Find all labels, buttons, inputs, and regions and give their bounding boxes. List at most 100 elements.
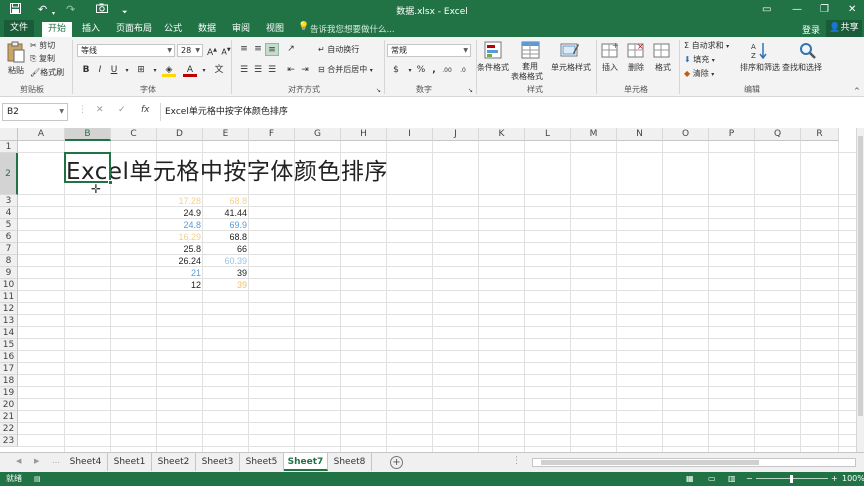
cell-e4[interactable]: 41.44 bbox=[203, 207, 249, 219]
column-header-f[interactable]: F bbox=[249, 128, 295, 141]
insert-cells-label[interactable]: 插入 bbox=[602, 62, 618, 74]
cell-d7[interactable]: 25.8 bbox=[157, 243, 203, 255]
formula-input[interactable]: Excel单元格中按字体颜色排序 bbox=[160, 103, 862, 121]
merge-center-button[interactable]: ⊟ 合并后居中 ▾ bbox=[318, 64, 373, 77]
underline-dropdown-icon[interactable]: ▾ bbox=[120, 64, 134, 77]
column-header-n[interactable]: N bbox=[617, 128, 663, 141]
cell-e6[interactable]: 68.8 bbox=[203, 231, 249, 243]
cell-e7[interactable]: 66 bbox=[203, 243, 249, 255]
fill-button[interactable]: ⬇ 填充 ▾ bbox=[684, 54, 715, 67]
column-header-i[interactable]: I bbox=[387, 128, 433, 141]
zoom-in-icon[interactable]: + bbox=[831, 472, 838, 486]
name-box[interactable]: B2 ▼ bbox=[2, 103, 68, 121]
font-name-select[interactable]: 等线 ▼ bbox=[77, 44, 175, 57]
enter-icon[interactable]: ✓ bbox=[118, 105, 126, 115]
zoom-out-icon[interactable]: − bbox=[746, 472, 753, 486]
cell-styles-label[interactable]: 单元格样式 bbox=[551, 62, 591, 74]
sheet-tab-sheet7[interactable]: Sheet7 bbox=[284, 453, 328, 471]
clear-button[interactable]: ◆ 清除 ▾ bbox=[684, 68, 714, 81]
copy-button[interactable]: ⎘ 复制 bbox=[30, 53, 55, 65]
row-header-10[interactable]: 10 bbox=[0, 279, 18, 291]
cell-b2-title[interactable]: Excel单元格中按字体颜色排序 bbox=[66, 152, 388, 186]
column-header-d[interactable]: D bbox=[157, 128, 203, 141]
vertical-scroll-thumb[interactable] bbox=[858, 136, 863, 416]
align-center-icon[interactable]: ☰ bbox=[251, 64, 265, 77]
conditional-formatting-label[interactable]: 条件格式 bbox=[477, 62, 509, 74]
fill-handle[interactable] bbox=[108, 180, 113, 185]
row-header-14[interactable]: 14 bbox=[0, 327, 18, 339]
normal-view-icon[interactable]: ▦ bbox=[686, 472, 694, 486]
column-header-l[interactable]: L bbox=[525, 128, 571, 141]
increase-indent-icon[interactable]: ⇥ bbox=[298, 64, 312, 77]
vertical-scrollbar[interactable] bbox=[856, 128, 864, 452]
tell-me-search[interactable]: 告诉我您想要做什么... bbox=[310, 23, 395, 35]
increase-decimal-icon[interactable]: .00 bbox=[440, 64, 454, 77]
format-cells-label[interactable]: 格式 bbox=[655, 62, 671, 74]
row-header-6[interactable]: 6 bbox=[0, 231, 18, 243]
tab-view[interactable]: 视图 bbox=[260, 22, 290, 37]
zoom-slider-thumb[interactable] bbox=[790, 475, 793, 483]
column-header-r[interactable]: R bbox=[801, 128, 839, 141]
cell-d4[interactable]: 24.9 bbox=[157, 207, 203, 219]
format-painter-button[interactable]: 🖌格式刷 bbox=[30, 67, 64, 79]
tab-review[interactable]: 审阅 bbox=[226, 22, 256, 37]
alignment-launcher-icon[interactable]: ↘ bbox=[376, 85, 381, 97]
sign-in-link[interactable]: 登录 bbox=[802, 23, 820, 36]
decrease-indent-icon[interactable]: ⇤ bbox=[284, 64, 298, 77]
sheet-tab-sheet1[interactable]: Sheet1 bbox=[108, 453, 152, 471]
row-header-20[interactable]: 20 bbox=[0, 399, 18, 411]
sheet-tab-sheet4[interactable]: Sheet4 bbox=[64, 453, 108, 471]
prev-sheet-icon[interactable]: ◀ bbox=[16, 457, 21, 465]
cell-e5[interactable]: 69.9 bbox=[203, 219, 249, 231]
orientation-icon[interactable]: ↗ bbox=[284, 43, 298, 56]
minimize-icon[interactable]: — bbox=[792, 3, 802, 17]
tab-insert[interactable]: 插入 bbox=[76, 22, 106, 37]
cell-d5[interactable]: 24.8 bbox=[157, 219, 203, 231]
row-header-21[interactable]: 21 bbox=[0, 411, 18, 423]
ribbon-display-options-icon[interactable]: ▭ bbox=[762, 3, 771, 17]
border-dropdown-icon[interactable]: ▾ bbox=[148, 64, 162, 77]
delete-cells-icon[interactable]: × bbox=[627, 41, 647, 59]
align-middle-icon[interactable]: ≡ bbox=[251, 43, 265, 56]
tab-page-layout[interactable]: 页面布局 bbox=[110, 22, 158, 37]
font-size-select[interactable]: 28 ▼ bbox=[177, 44, 203, 57]
tab-formulas[interactable]: 公式 bbox=[158, 22, 188, 37]
underline-icon[interactable]: U bbox=[107, 64, 121, 77]
sheet-tab-sheet3[interactable]: Sheet3 bbox=[196, 453, 240, 471]
column-header-e[interactable]: E bbox=[203, 128, 249, 141]
tab-data[interactable]: 数据 bbox=[192, 22, 222, 37]
conditional-formatting-icon[interactable] bbox=[484, 41, 504, 59]
share-button[interactable]: 👤共享 bbox=[826, 20, 862, 37]
tab-file[interactable]: 文件 bbox=[4, 20, 34, 37]
cell-e3[interactable]: 68.8 bbox=[203, 195, 249, 207]
select-all-corner[interactable] bbox=[0, 128, 18, 141]
column-header-g[interactable]: G bbox=[295, 128, 341, 141]
page-break-view-icon[interactable]: ▥ bbox=[728, 472, 736, 486]
insert-function-icon[interactable]: fx bbox=[141, 105, 150, 115]
decrease-decimal-icon[interactable]: .0 bbox=[456, 64, 470, 77]
cell-d3[interactable]: 17.28 bbox=[157, 195, 203, 207]
column-header-m[interactable]: M bbox=[571, 128, 617, 141]
cell-d9[interactable]: 21 bbox=[157, 267, 203, 279]
row-header-9[interactable]: 9 bbox=[0, 267, 18, 279]
close-icon[interactable]: ✕ bbox=[848, 3, 856, 17]
bold-icon[interactable]: B bbox=[79, 64, 93, 77]
row-header-13[interactable]: 13 bbox=[0, 315, 18, 327]
fill-color-icon[interactable]: ◈ bbox=[162, 64, 176, 77]
cell-d6[interactable]: 16.29 bbox=[157, 231, 203, 243]
row-header-2[interactable]: 2 bbox=[0, 153, 18, 195]
row-header-11[interactable]: 11 bbox=[0, 291, 18, 303]
align-left-icon[interactable]: ☰ bbox=[237, 64, 251, 77]
font-color-dropdown-icon[interactable]: ▾ bbox=[197, 64, 211, 77]
italic-icon[interactable]: I bbox=[93, 64, 107, 77]
sheet-tab-sheet5[interactable]: Sheet5 bbox=[240, 453, 284, 471]
macro-record-icon[interactable]: ▤ bbox=[34, 472, 41, 486]
row-header-18[interactable]: 18 bbox=[0, 375, 18, 387]
column-header-q[interactable]: Q bbox=[755, 128, 801, 141]
horizontal-scroll-thumb[interactable] bbox=[541, 460, 759, 465]
column-header-k[interactable]: K bbox=[479, 128, 525, 141]
row-header-16[interactable]: 16 bbox=[0, 351, 18, 363]
row-header-17[interactable]: 17 bbox=[0, 363, 18, 375]
next-sheet-icon[interactable]: ▶ bbox=[34, 457, 39, 465]
number-launcher-icon[interactable]: ↘ bbox=[468, 85, 473, 97]
